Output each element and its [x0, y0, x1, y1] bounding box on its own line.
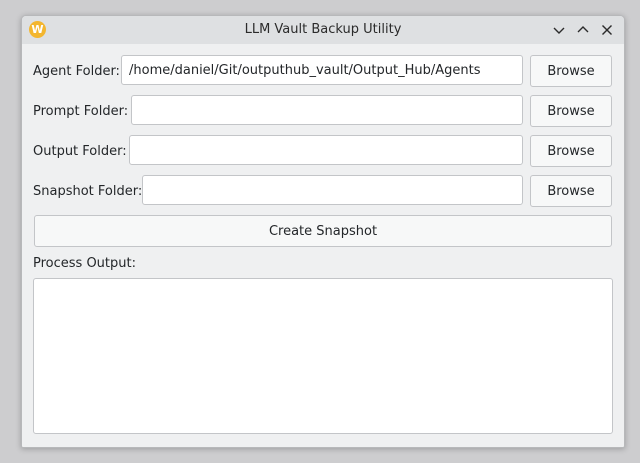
close-icon[interactable]: [598, 21, 616, 39]
output-folder-label: Output Folder:: [33, 144, 127, 159]
main-window: W LLM Vault Backup Utility Agent Folder:…: [21, 15, 625, 448]
agent-folder-label: Agent Folder:: [33, 64, 120, 79]
prompt-folder-field[interactable]: [131, 95, 523, 125]
agent-folder-browse-button[interactable]: Browse: [530, 55, 612, 87]
snapshot-folder-browse-button[interactable]: Browse: [530, 175, 612, 207]
process-output-label: Process Output:: [33, 256, 136, 271]
minimize-icon[interactable]: [550, 21, 568, 39]
snapshot-folder-label: Snapshot Folder:: [33, 184, 143, 199]
window-title: LLM Vault Backup Utility: [244, 22, 402, 37]
title-bar[interactable]: W LLM Vault Backup Utility: [22, 16, 624, 44]
prompt-folder-browse-button[interactable]: Browse: [530, 95, 612, 127]
process-output-area[interactable]: [33, 278, 613, 434]
output-folder-field[interactable]: [129, 135, 523, 165]
maximize-icon[interactable]: [574, 21, 592, 39]
snapshot-folder-field[interactable]: [142, 175, 523, 205]
prompt-folder-label: Prompt Folder:: [33, 104, 129, 119]
output-folder-browse-button[interactable]: Browse: [530, 135, 612, 167]
agent-folder-field[interactable]: [121, 55, 523, 85]
create-snapshot-button[interactable]: Create Snapshot: [34, 215, 612, 247]
